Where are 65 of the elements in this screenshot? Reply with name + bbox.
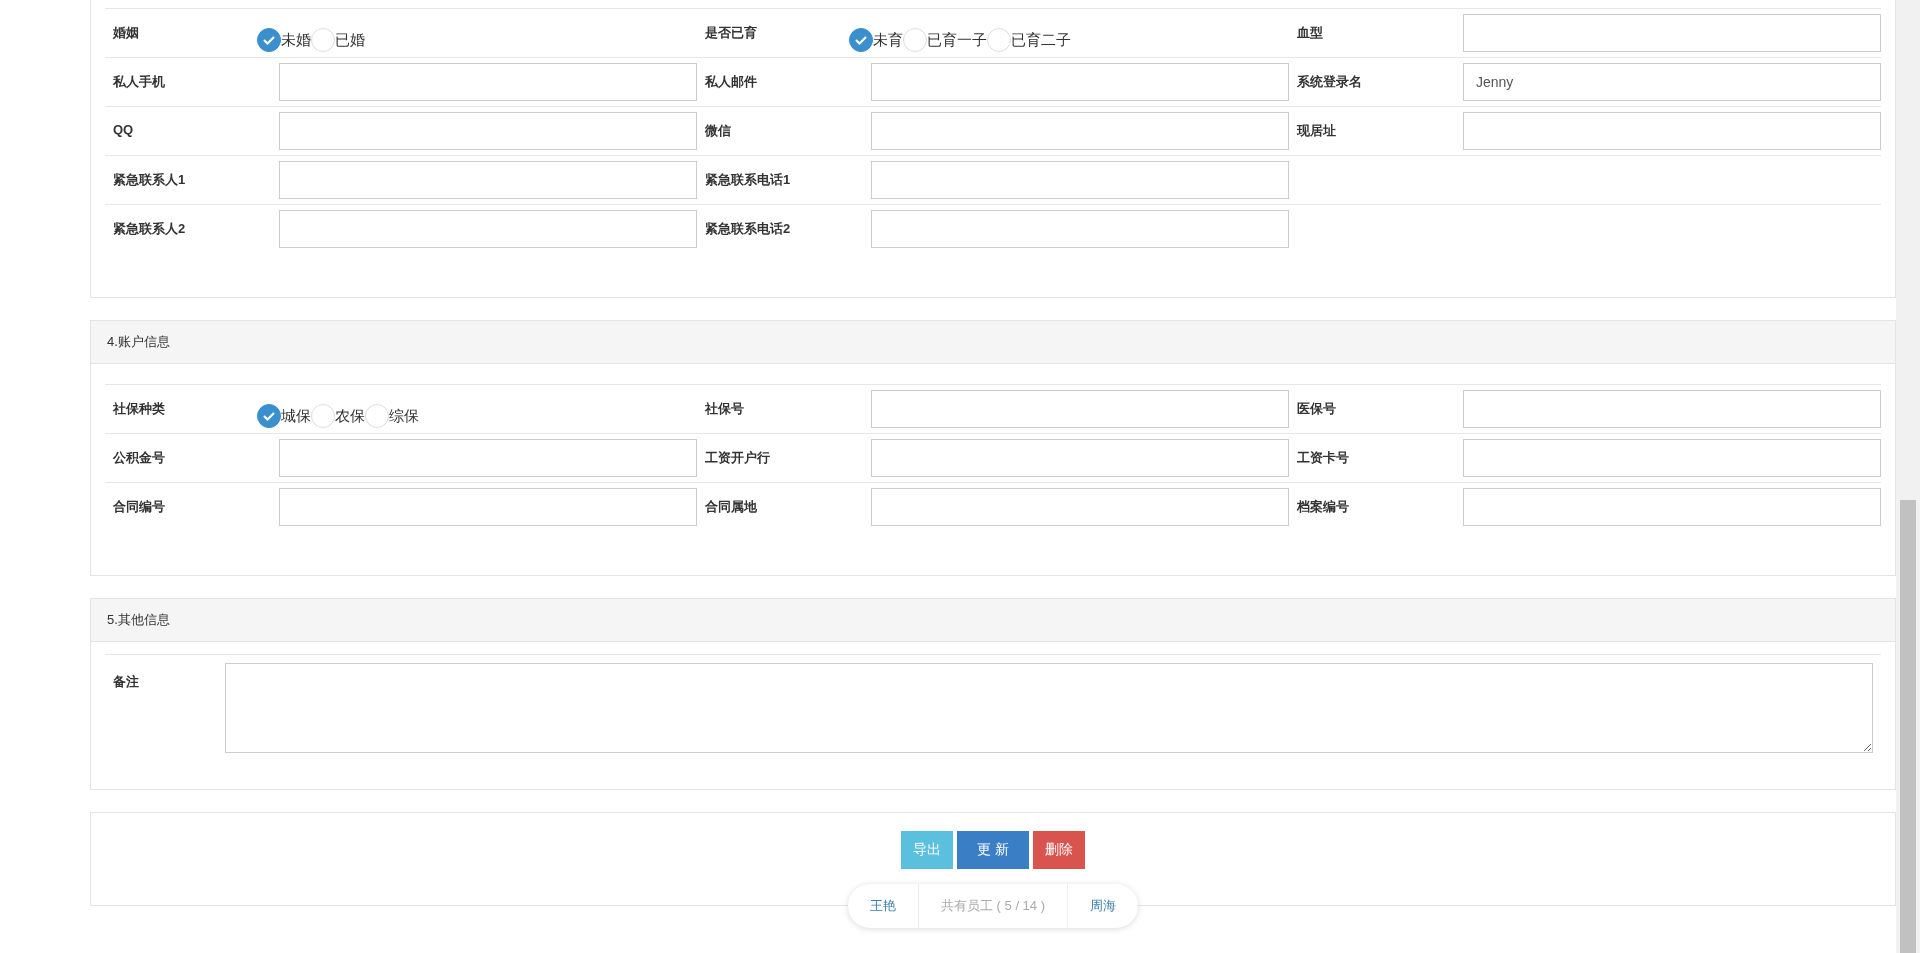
radio-label: 已婚 bbox=[335, 30, 365, 50]
field-label: 是否已育 bbox=[705, 24, 758, 42]
input-field[interactable] bbox=[279, 439, 697, 477]
field-label: 合同属地 bbox=[705, 498, 758, 516]
radio-button[interactable] bbox=[257, 28, 281, 52]
field-label: 医保号 bbox=[1297, 400, 1337, 418]
input-field[interactable]: Jenny bbox=[1463, 63, 1881, 101]
input-field[interactable] bbox=[871, 488, 1289, 526]
radio-label: 已育一子 bbox=[927, 30, 987, 50]
remark-textarea[interactable] bbox=[225, 663, 1873, 753]
field-label: 备注 bbox=[113, 673, 140, 691]
input-field[interactable] bbox=[871, 390, 1289, 428]
input-field[interactable] bbox=[871, 63, 1289, 101]
field-label: 血型 bbox=[1297, 24, 1324, 42]
field-label: 系统登录名 bbox=[1297, 73, 1363, 91]
field-label: 私人手机 bbox=[113, 73, 166, 91]
input-field[interactable] bbox=[1463, 14, 1881, 52]
prev-link[interactable]: 王艳 bbox=[848, 897, 918, 915]
input-field[interactable] bbox=[279, 63, 697, 101]
input-field[interactable] bbox=[1463, 488, 1881, 526]
field-label: 工资卡号 bbox=[1297, 449, 1350, 467]
radio-label: 城保 bbox=[281, 406, 311, 426]
field-label: 婚姻 bbox=[113, 24, 140, 42]
field-label: 社保种类 bbox=[113, 400, 166, 418]
field-label: 合同编号 bbox=[113, 498, 166, 516]
action-button[interactable]: 删除 bbox=[1032, 831, 1085, 869]
radio-label: 已育二子 bbox=[1011, 30, 1071, 50]
check-icon bbox=[854, 33, 868, 47]
radio-label: 农保 bbox=[335, 406, 365, 426]
check-icon bbox=[262, 409, 276, 423]
input-field[interactable] bbox=[871, 439, 1289, 477]
action-button[interactable]: 更 新 bbox=[957, 831, 1029, 869]
input-field[interactable] bbox=[279, 488, 697, 526]
field-label: 现居址 bbox=[1297, 122, 1337, 140]
field-label: 紧急联系人1 bbox=[113, 171, 187, 189]
field-label: QQ bbox=[113, 121, 135, 137]
check-icon bbox=[262, 33, 276, 47]
input-field[interactable] bbox=[279, 112, 697, 150]
field-label: 私人邮件 bbox=[705, 73, 758, 91]
field-label: 社保号 bbox=[705, 400, 745, 418]
input-field[interactable] bbox=[871, 161, 1289, 199]
input-field[interactable] bbox=[871, 112, 1289, 150]
field-label: 紧急联系电话2 bbox=[705, 220, 792, 238]
field-label: 公积金号 bbox=[113, 449, 166, 467]
field-label: 紧急联系人2 bbox=[113, 220, 187, 238]
input-field[interactable] bbox=[1463, 112, 1881, 150]
field-label: 紧急联系电话1 bbox=[705, 171, 792, 189]
radio-button[interactable] bbox=[257, 404, 281, 428]
scrollbar[interactable] bbox=[1896, 0, 1920, 953]
input-field[interactable] bbox=[279, 210, 697, 248]
section-header: 4.账户信息 bbox=[91, 321, 1895, 364]
field-label: 档案编号 bbox=[1297, 498, 1350, 516]
radio-button[interactable] bbox=[849, 28, 873, 52]
input-field[interactable] bbox=[1463, 390, 1881, 428]
radio-label: 未婚 bbox=[281, 30, 311, 50]
input-field[interactable] bbox=[1463, 439, 1881, 477]
next-link[interactable]: 周海 bbox=[1068, 897, 1138, 915]
input-field[interactable] bbox=[871, 210, 1289, 248]
section-header: 5.其他信息 bbox=[91, 599, 1895, 642]
radio-label: 未育 bbox=[873, 30, 903, 50]
input-field[interactable] bbox=[279, 161, 697, 199]
field-label: 工资开户行 bbox=[705, 449, 771, 467]
radio-label: 综保 bbox=[389, 406, 419, 426]
field-label: 微信 bbox=[705, 122, 732, 140]
employee-count: 共有员工 ( 5 / 14 ) bbox=[918, 884, 1068, 928]
